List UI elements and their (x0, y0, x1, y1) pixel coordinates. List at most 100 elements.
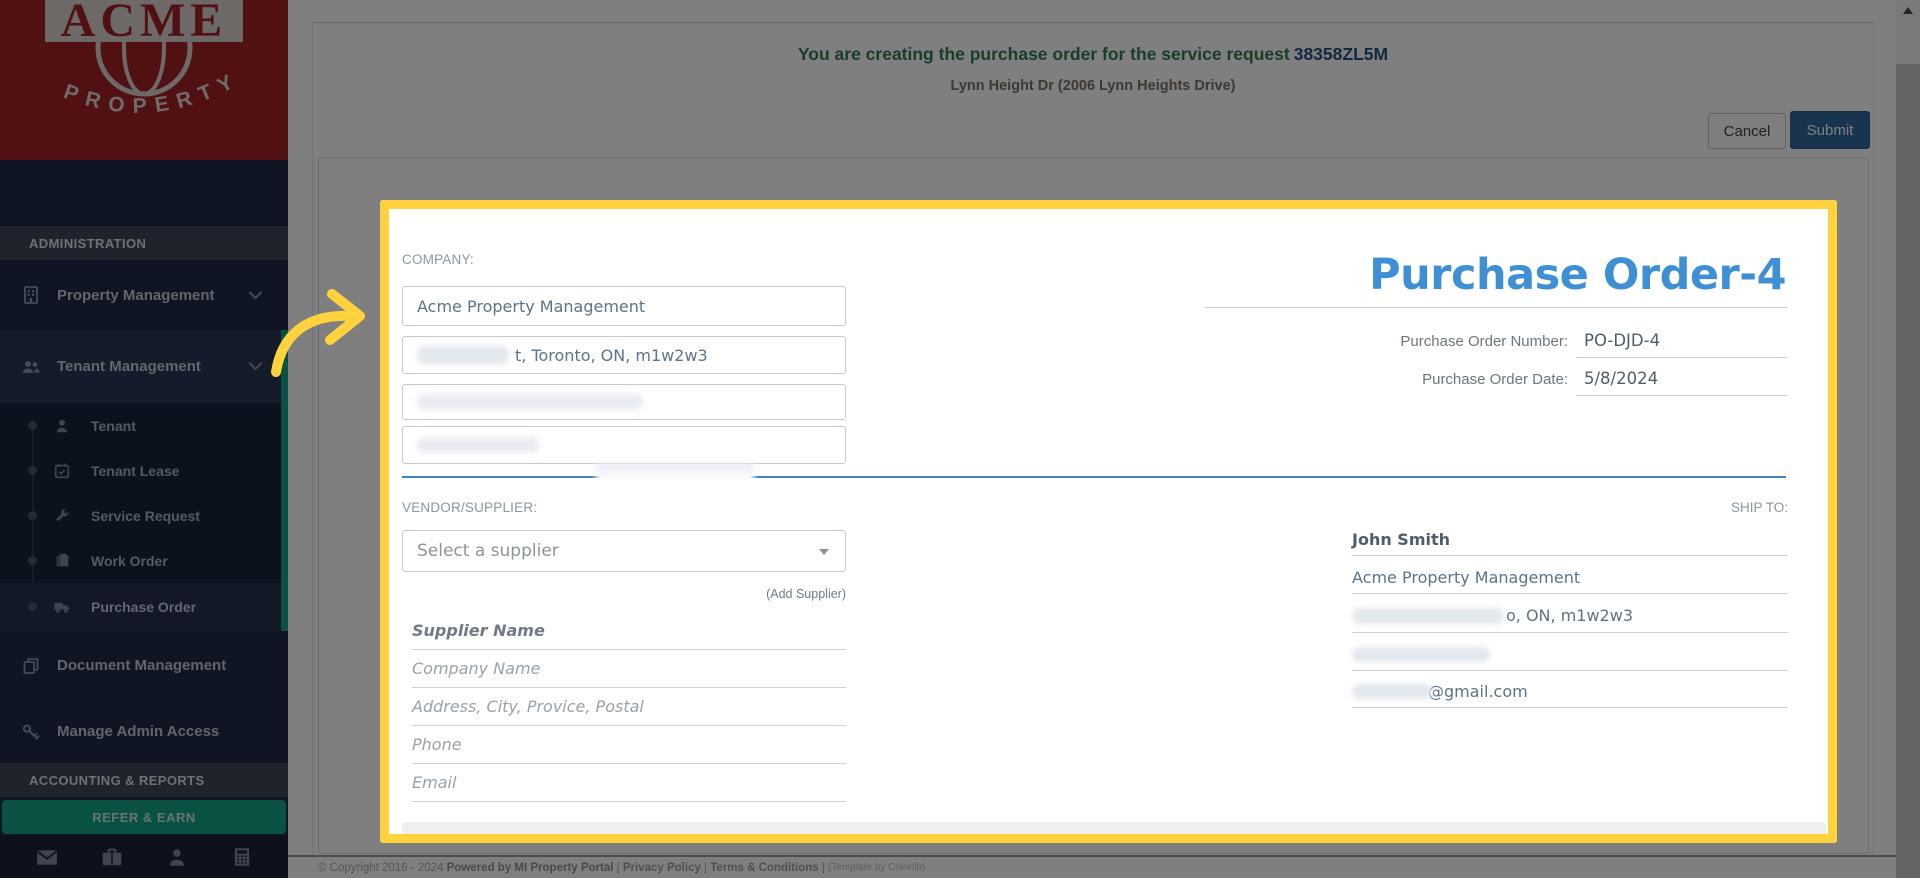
scroll-up-icon (1903, 7, 1913, 14)
sidebar-item-tenant-lease[interactable]: Tenant Lease (0, 448, 281, 493)
tenant-management-submenu: Tenant Tenant Lease Service Request Work… (0, 403, 281, 631)
items-table-header (402, 822, 1826, 836)
company-address-input[interactable]: t, Toronto, ON, m1w2w3 (402, 336, 846, 374)
active-group-indicator (281, 330, 288, 631)
redacted-overlay (596, 463, 754, 492)
footer-separator: | (613, 861, 623, 874)
ship-to-address-field[interactable]: o, ON, m1w2w3 (1352, 599, 1788, 633)
ship-to-address: o, ON, m1w2w3 (1506, 606, 1633, 625)
sidebar-footer-icons (0, 836, 288, 878)
po-date-row: Purchase Order Date: 5/8/2024 (1200, 369, 1788, 388)
section-header-accounting-reports: ACCOUNTING & REPORTS (0, 763, 288, 797)
po-number-underline (1576, 357, 1788, 358)
supplier-name-field[interactable]: Supplier Name (412, 612, 846, 650)
supplier-company-field[interactable]: Company Name (412, 650, 846, 688)
timeline-dot (28, 602, 37, 611)
po-date-underline (1576, 395, 1788, 396)
add-supplier-link[interactable]: (Add Supplier) (402, 587, 846, 601)
sidebar-item-label: Purchase Order (91, 599, 197, 615)
company-phone-input[interactable] (402, 426, 846, 464)
terms-link[interactable]: Terms & Conditions (710, 862, 818, 874)
ship-to-company: Acme Property Management (1352, 567, 1581, 587)
vendor-section-label: VENDOR/SUPPLIER: (402, 500, 538, 515)
sidebar-item-tenant[interactable]: Tenant (0, 403, 281, 448)
sidebar-item-label: Tenant Lease (91, 462, 180, 479)
timeline-dot (28, 511, 37, 520)
field-placeholder: Phone (412, 735, 462, 754)
po-number-label: Purchase Order Number: (1400, 333, 1568, 350)
supplier-phone-field[interactable]: Phone (412, 726, 846, 764)
company-section-label: COMPANY: (402, 252, 474, 267)
sidebar-item-manage-admin-access[interactable]: Manage Admin Access (0, 700, 288, 763)
company-address-value: t, Toronto, ON, m1w2w3 (515, 345, 708, 365)
sidebar-item-label: Tenant (91, 417, 136, 434)
creating-po-text: You are creating the purchase order for … (797, 44, 1290, 64)
chevron-down-icon (249, 291, 262, 300)
redacted-company-street (417, 346, 509, 364)
redacted-ship-email (1352, 684, 1432, 699)
vertical-scrollbar[interactable] (1896, 0, 1920, 878)
truck-icon (53, 598, 71, 616)
privacy-policy-link[interactable]: Privacy Policy (623, 862, 701, 874)
submit-button[interactable]: Submit (1790, 111, 1870, 149)
sidebar-item-label: Service Request (91, 507, 200, 524)
cancel-button[interactable]: Cancel (1708, 113, 1786, 149)
field-placeholder: Company Name (412, 659, 541, 678)
calculator-icon[interactable] (231, 847, 253, 867)
supplier-select[interactable]: Select a supplier (402, 530, 846, 572)
refer-and-earn-button[interactable]: REFER & EARN (2, 800, 286, 834)
sidebar-item-label: Work Order (91, 552, 168, 569)
ship-to-section-label: SHIP TO: (1730, 500, 1788, 515)
sidebar-item-label: Tenant Management (57, 358, 201, 375)
scrollbar-thumb[interactable] (1896, 20, 1920, 64)
calendar-check-icon (53, 462, 71, 480)
redacted-ship-address (1352, 607, 1504, 624)
sidebar-item-property-management[interactable]: Property Management (0, 260, 288, 330)
copyright-text: © Copyright 2016 - 2024 (318, 861, 447, 874)
company-name-value: Acme Property Management (417, 296, 646, 316)
mail-icon[interactable] (36, 847, 58, 867)
company-email-input[interactable] (402, 384, 846, 420)
sidebar-item-label: Property Management (57, 286, 215, 304)
acme-logo-graphic: ACME PROPERTY (45, 0, 243, 118)
ship-to-email-field[interactable]: @gmail.com (1352, 676, 1788, 708)
company-name-input[interactable]: Acme Property Management (402, 286, 846, 326)
redacted-company-email (417, 394, 643, 410)
supplier-address-field[interactable]: Address, City, Provice, Postal (412, 688, 846, 726)
scroll-up-button[interactable] (1896, 0, 1920, 20)
po-number-value[interactable]: PO-DJD-4 (1568, 331, 1660, 350)
sidebar: ACME PROPERTY ADMINISTRATION Property Ma… (0, 0, 288, 878)
supplier-email-field[interactable]: Email (412, 764, 846, 802)
service-request-id[interactable]: 38358ZL5M (1290, 44, 1388, 64)
building-icon (20, 285, 42, 305)
field-placeholder: Supplier Name (412, 621, 545, 640)
sidebar-item-tenant-management[interactable]: Tenant Management (0, 330, 288, 403)
sidebar-item-purchase-order[interactable]: Purchase Order (0, 583, 281, 631)
ship-to-email: @gmail.com (1428, 682, 1528, 701)
ship-to-company-field[interactable]: Acme Property Management (1352, 561, 1788, 594)
footer-separator: | (700, 861, 711, 874)
sidebar-item-work-order[interactable]: Work Order (0, 538, 281, 583)
sidebar-item-document-management[interactable]: Document Management (0, 631, 288, 700)
acme-logo[interactable]: ACME PROPERTY (0, 0, 288, 160)
ship-to-name-field[interactable]: John Smith (1352, 524, 1788, 556)
redacted-ship-phone (1352, 646, 1490, 662)
timeline-dot (28, 421, 37, 430)
timeline-dot (28, 466, 37, 475)
person-icon (53, 417, 71, 435)
ship-to-phone-field[interactable] (1352, 638, 1788, 671)
select-caret-icon (819, 549, 829, 555)
person-icon[interactable] (166, 847, 188, 867)
timeline-dot (28, 556, 37, 565)
po-title-underline (1205, 307, 1788, 308)
creating-po-message: You are creating the purchase order for … (312, 44, 1874, 65)
field-placeholder: Email (412, 773, 457, 792)
wrench-icon (53, 507, 71, 525)
powered-by-text: Powered by MI Property Portal (446, 861, 614, 874)
logo-brand-text: ACME (61, 0, 228, 47)
briefcase-icon[interactable] (101, 847, 123, 867)
po-date-value[interactable]: 5/8/2024 (1568, 369, 1658, 388)
sidebar-item-service-request[interactable]: Service Request (0, 493, 281, 538)
field-placeholder: Address, City, Provice, Postal (412, 697, 644, 716)
supplier-select-placeholder: Select a supplier (417, 541, 559, 561)
